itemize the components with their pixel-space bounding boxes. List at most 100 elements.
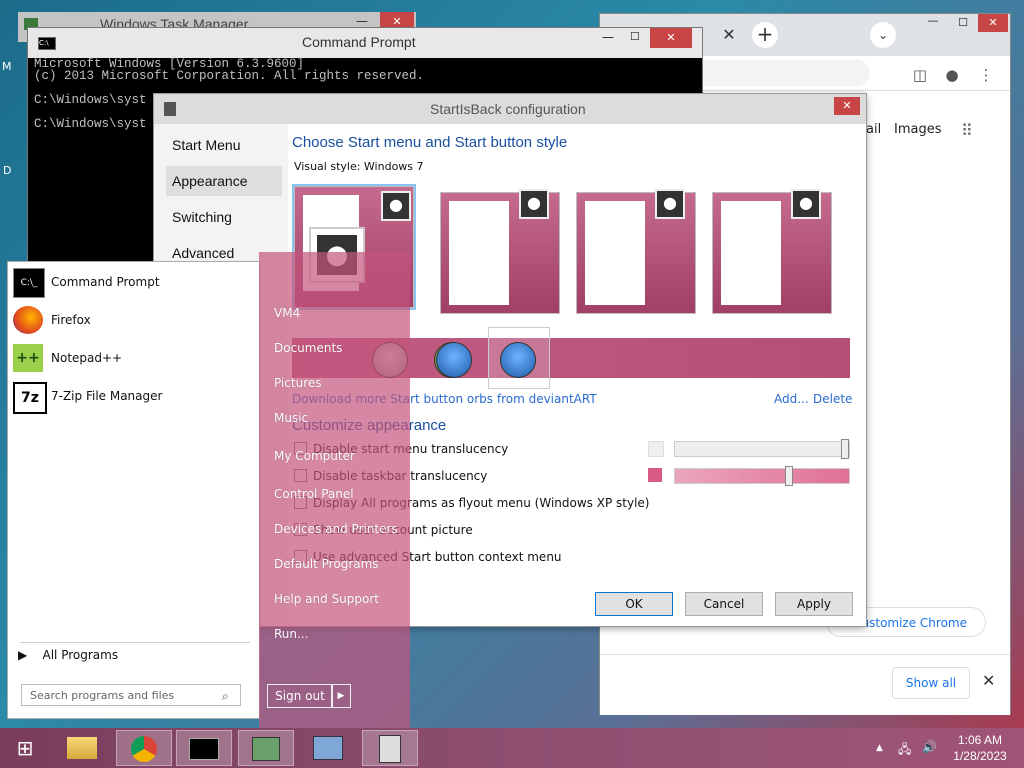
start-menu-places: VM4 Documents Pictures Music My Computer…	[259, 262, 410, 730]
user-icon: ●	[791, 189, 821, 219]
close-download-bar-icon[interactable]: ✕	[982, 671, 995, 690]
place-pictures[interactable]: Pictures	[274, 376, 322, 390]
sevenzip-icon: 7z	[13, 382, 47, 414]
add-orb-link[interactable]: Add...	[774, 392, 809, 406]
clock-date: 1/28/2023	[953, 749, 1007, 763]
computer-icon	[313, 736, 343, 760]
minimize-button[interactable]: —	[919, 15, 947, 30]
side-panel-icon[interactable]: ◫	[910, 66, 930, 86]
cmd-icon: C:\	[38, 37, 56, 50]
notepadpp-icon: ++	[13, 344, 43, 372]
apps-grid-icon[interactable]: ⠿	[961, 121, 973, 140]
taskbar: ⊞ ▲ 🖧 🔊 1:06 AM 1/28/2023	[0, 728, 1024, 768]
close-button[interactable]: ✕	[834, 97, 860, 115]
chrome-taskbar-button[interactable]	[116, 730, 172, 766]
program-notepadpp[interactable]: ++ Notepad++	[8, 340, 259, 376]
place-run[interactable]: Run...	[274, 627, 308, 641]
nav-switching[interactable]: Switching	[166, 202, 282, 232]
desktop-icon-label: M	[2, 60, 12, 73]
ok-button[interactable]: OK	[595, 592, 673, 616]
close-button[interactable]: ✕	[978, 14, 1008, 32]
start-button[interactable]: ⊞	[10, 737, 40, 761]
taskbar-opacity-slider[interactable]	[674, 466, 850, 486]
start-menu-opacity-slider[interactable]	[674, 439, 850, 459]
menu-preview	[585, 201, 645, 305]
nav-appearance[interactable]: Appearance	[166, 166, 282, 196]
place-help-support[interactable]: Help and Support	[274, 592, 379, 606]
place-documents[interactable]: Documents	[274, 341, 342, 355]
visual-style-value: Windows 7	[363, 160, 424, 173]
tray-overflow-icon[interactable]: ▲	[876, 743, 883, 753]
user-icon: ●	[519, 189, 549, 219]
start-menu-color-swatch[interactable]	[648, 441, 664, 457]
window-title: StartIsBack configuration	[430, 101, 586, 117]
apply-button[interactable]: Apply	[775, 592, 853, 616]
start-menu-overlay	[259, 252, 410, 262]
clock-time: 1:06 AM	[957, 733, 1003, 747]
computer-taskbar-button[interactable]	[300, 730, 356, 766]
images-link[interactable]: Images	[894, 122, 942, 137]
user-icon: ●	[381, 191, 411, 221]
download-bar: Show all ✕	[600, 654, 1010, 715]
title-bar: StartIsBack configuration ✕	[154, 94, 866, 124]
place-control-panel[interactable]: Control Panel	[274, 487, 354, 501]
style-thumbnail[interactable]: ●	[440, 189, 560, 314]
window-title: Command Prompt	[302, 34, 416, 50]
clock[interactable]: 1:06 AM 1/28/2023	[950, 732, 1010, 764]
triangle-right-icon: ▶	[18, 648, 28, 662]
cmd-taskbar-button[interactable]	[176, 730, 232, 766]
minimize-button[interactable]: —	[356, 14, 368, 28]
tab-close-icon[interactable]: ✕	[718, 24, 740, 46]
chrome-icon	[131, 736, 157, 762]
place-music[interactable]: Music	[274, 411, 308, 425]
volume-icon[interactable]: 🔊	[922, 740, 937, 754]
place-devices-printers[interactable]: Devices and Printers	[274, 522, 398, 536]
file-explorer-taskbar-button[interactable]	[54, 730, 110, 766]
app-icon	[164, 102, 176, 116]
slider-thumb[interactable]	[785, 466, 793, 486]
program-label: Firefox	[51, 313, 91, 327]
sign-out-button[interactable]: Sign out	[267, 684, 333, 708]
delete-orb-link[interactable]: Delete	[813, 392, 852, 406]
profile-icon[interactable]: ●	[942, 66, 962, 86]
menu-dots-icon[interactable]: ⋮	[976, 66, 996, 86]
program-label: Notepad++	[51, 351, 123, 365]
folder-icon	[67, 737, 97, 759]
style-thumbnail[interactable]: ●	[712, 189, 832, 314]
program-firefox[interactable]: Firefox	[8, 302, 259, 338]
close-button[interactable]: ✕	[650, 28, 692, 48]
divider	[20, 642, 250, 643]
network-icon[interactable]: 🖧	[898, 740, 911, 761]
chevron-right-icon[interactable]: ▶	[331, 684, 351, 708]
taskbar-color-swatch[interactable]	[648, 468, 662, 482]
program-command-prompt[interactable]: C:\_ Command Prompt	[8, 264, 259, 300]
show-all-button[interactable]: Show all	[892, 667, 970, 699]
cancel-button[interactable]: Cancel	[685, 592, 763, 616]
nav-start-menu[interactable]: Start Menu	[166, 130, 282, 160]
startisback-taskbar-button[interactable]	[362, 730, 418, 766]
search-icon: ⌕	[222, 689, 229, 703]
maximize-button[interactable]: ☐	[949, 16, 977, 30]
tab-search-button[interactable]: ⌄	[870, 22, 896, 48]
menu-preview	[721, 201, 781, 305]
orb-option[interactable]	[436, 342, 472, 378]
place-default-programs[interactable]: Default Programs	[274, 557, 379, 571]
program-7zip[interactable]: 7z 7-Zip File Manager	[8, 378, 259, 414]
place-vm4[interactable]: VM4	[274, 306, 300, 320]
orb-option-selected[interactable]	[500, 342, 536, 378]
title-bar: C:\ Command Prompt — ☐ ✕	[28, 28, 702, 58]
cmd-icon	[189, 738, 219, 760]
minimize-button[interactable]: —	[602, 30, 614, 44]
console-line: (c) 2013 Microsoft Corporation. All righ…	[34, 69, 425, 83]
firefox-icon	[13, 306, 43, 334]
start-search-input[interactable]: Search programs and files ⌕	[21, 684, 241, 706]
all-programs-button[interactable]: ▶ All Programs	[18, 648, 118, 662]
slider-thumb[interactable]	[841, 439, 849, 459]
place-my-computer[interactable]: My Computer	[274, 449, 355, 463]
task-manager-taskbar-button[interactable]	[238, 730, 294, 766]
gmail-link[interactable]: ail	[866, 122, 881, 137]
style-thumbnail[interactable]: ●	[576, 189, 696, 314]
new-tab-button[interactable]: +	[752, 22, 778, 48]
maximize-button[interactable]: ☐	[630, 30, 640, 43]
visual-style-readout: Visual style: Windows 7	[294, 160, 424, 173]
